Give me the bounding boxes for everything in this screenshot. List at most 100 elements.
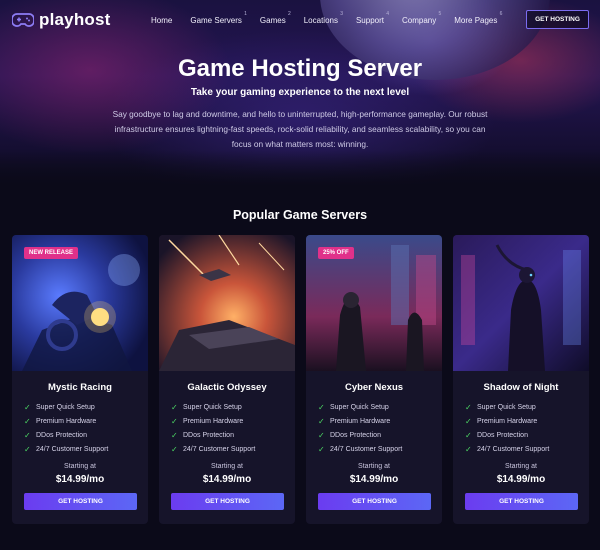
nav-item-company[interactable]: Company 5 [402,11,441,25]
hero-subtitle: Take your gaming experience to the next … [190,87,410,98]
check-icon: ✓ [171,444,178,454]
feature-label: 24/7 Customer Support [477,445,550,453]
feature-item: ✓ DDos Protection [171,428,255,442]
starting-label: Starting at [211,463,243,470]
price: $14.99/mo [496,474,546,485]
check-icon: ✓ [465,416,472,426]
feature-label: DDos Protection [477,431,528,439]
get-hosting-button[interactable]: GET HOSTING [465,493,578,510]
nav-get-hosting-button[interactable]: GET HOSTING [526,10,589,29]
check-icon: ✓ [318,444,325,454]
check-icon: ✓ [318,402,325,412]
feature-label: Premium Hardware [477,417,538,425]
card-title: Mystic Racing [48,382,112,393]
nav-label: Company [402,16,437,25]
nav-item-game-servers[interactable]: Game Servers 1 [190,11,247,25]
starting-label: Starting at [505,463,537,470]
card-title: Galactic Odyssey [187,382,267,393]
server-card-mystic-racing[interactable]: NEW RELEASE Mystic Racing ✓ Super Quick S… [12,235,148,524]
get-hosting-button[interactable]: GET HOSTING [318,493,431,510]
feature-item: ✓ Premium Hardware [465,414,549,428]
card-title: Cyber Nexus [344,382,404,393]
feature-label: Super Quick Setup [183,403,242,411]
price: $14.99/mo [202,474,252,485]
get-hosting-button[interactable]: GET HOSTING [171,493,284,510]
hero-fade [0,150,600,190]
feature-item: ✓ 24/7 Customer Support [24,442,108,456]
check-icon: ✓ [24,416,31,426]
feature-label: Super Quick Setup [36,403,95,411]
nav-sup: 4 [386,11,389,17]
feature-label: Premium Hardware [183,417,244,425]
feature-label: 24/7 Customer Support [183,445,256,453]
feature-item: ✓ DDos Protection [465,428,549,442]
get-hosting-button[interactable]: GET HOSTING [24,493,137,510]
feature-item: ✓ Super Quick Setup [171,400,255,414]
gamepad-icon [12,13,34,27]
check-icon: ✓ [465,430,472,440]
galactic-odyssey-image [159,235,295,371]
nav-item-more-pages[interactable]: More Pages 6 [454,11,502,25]
check-icon: ✓ [24,444,31,454]
check-icon: ✓ [318,430,325,440]
check-icon: ✓ [24,430,31,440]
feature-item: ✓ DDos Protection [318,428,402,442]
feature-list: ✓ Super Quick Setup ✓ Premium Hardware ✓ DD… [24,400,108,456]
section-title: Popular Game Servers [232,208,368,222]
feature-list: ✓ Super Quick Setup ✓ Premium Hardware ✓ DD… [465,400,549,456]
top-nav: playhost Home Game Servers 1 Games 2 Locat… [0,0,600,40]
server-card-shadow-of-night[interactable]: Shadow of Night ✓ Super Quick Setup ✓ Prem… [453,235,589,524]
feature-item: ✓ Super Quick Setup [24,400,108,414]
feature-item: ✓ Premium Hardware [171,414,255,428]
server-card-galactic-odyssey[interactable]: Galactic Odyssey ✓ Super Quick Setup ✓ Pre… [159,235,295,524]
check-icon: ✓ [24,402,31,412]
nav-label: Locations [303,16,338,25]
check-icon: ✓ [465,444,472,454]
check-icon: ✓ [465,402,472,412]
nav-label: Game Servers [190,16,242,25]
feature-item: ✓ 24/7 Customer Support [465,442,549,456]
feature-item: ✓ 24/7 Customer Support [318,442,402,456]
feature-label: Super Quick Setup [330,403,389,411]
brand-logo[interactable]: playhost [12,10,111,30]
feature-label: 24/7 Customer Support [36,445,109,453]
nav-label: Games [259,16,286,25]
main-menu: Home Game Servers 1 Games 2 Locations 3 Sup… [151,11,515,25]
feature-label: Premium Hardware [36,417,97,425]
feature-label: DDos Protection [36,431,87,439]
card-title: Shadow of Night [483,382,559,393]
hero-title: Game Hosting Server [177,55,423,82]
check-icon: ✓ [171,430,178,440]
price: $14.99/mo [349,474,399,485]
nav-sup: 5 [438,11,442,17]
feature-item: ✓ Super Quick Setup [318,400,402,414]
nav-item-support[interactable]: Support 4 [355,11,389,25]
feature-label: Premium Hardware [330,417,391,425]
check-icon: ✓ [171,416,178,426]
nav-label: Home [151,16,173,25]
feature-label: 24/7 Customer Support [330,445,403,453]
feature-item: ✓ Super Quick Setup [465,400,549,414]
starting-label: Starting at [358,463,390,470]
nav-item-home[interactable]: Home [151,16,172,25]
nav-sup: 2 [287,11,291,17]
nav-label: Support [355,16,384,25]
nav-item-games[interactable]: Games 2 [259,11,291,25]
nav-sup: 1 [244,11,247,17]
feature-item: ✓ 24/7 Customer Support [171,442,255,456]
server-card-cyber-nexus[interactable]: 25% OFF Cyber Nexus ✓ Super Quick Setup ✓… [306,235,442,524]
nav-item-locations[interactable]: Locations 3 [303,11,343,25]
check-icon: ✓ [171,402,178,412]
feature-item: ✓ DDos Protection [24,428,108,442]
feature-label: DDos Protection [183,431,234,439]
nav-label: More Pages [454,16,498,25]
starting-label: Starting at [64,463,96,470]
shadow-of-night-image [453,235,589,371]
badge-new-release: NEW RELEASE [24,247,79,259]
feature-list: ✓ Super Quick Setup ✓ Premium Hardware ✓ DD… [171,400,255,456]
feature-item: ✓ Premium Hardware [24,414,108,428]
feature-label: DDos Protection [330,431,381,439]
feature-label: Super Quick Setup [477,403,536,411]
feature-list: ✓ Super Quick Setup ✓ Premium Hardware ✓ DD… [318,400,402,456]
check-icon: ✓ [318,416,325,426]
